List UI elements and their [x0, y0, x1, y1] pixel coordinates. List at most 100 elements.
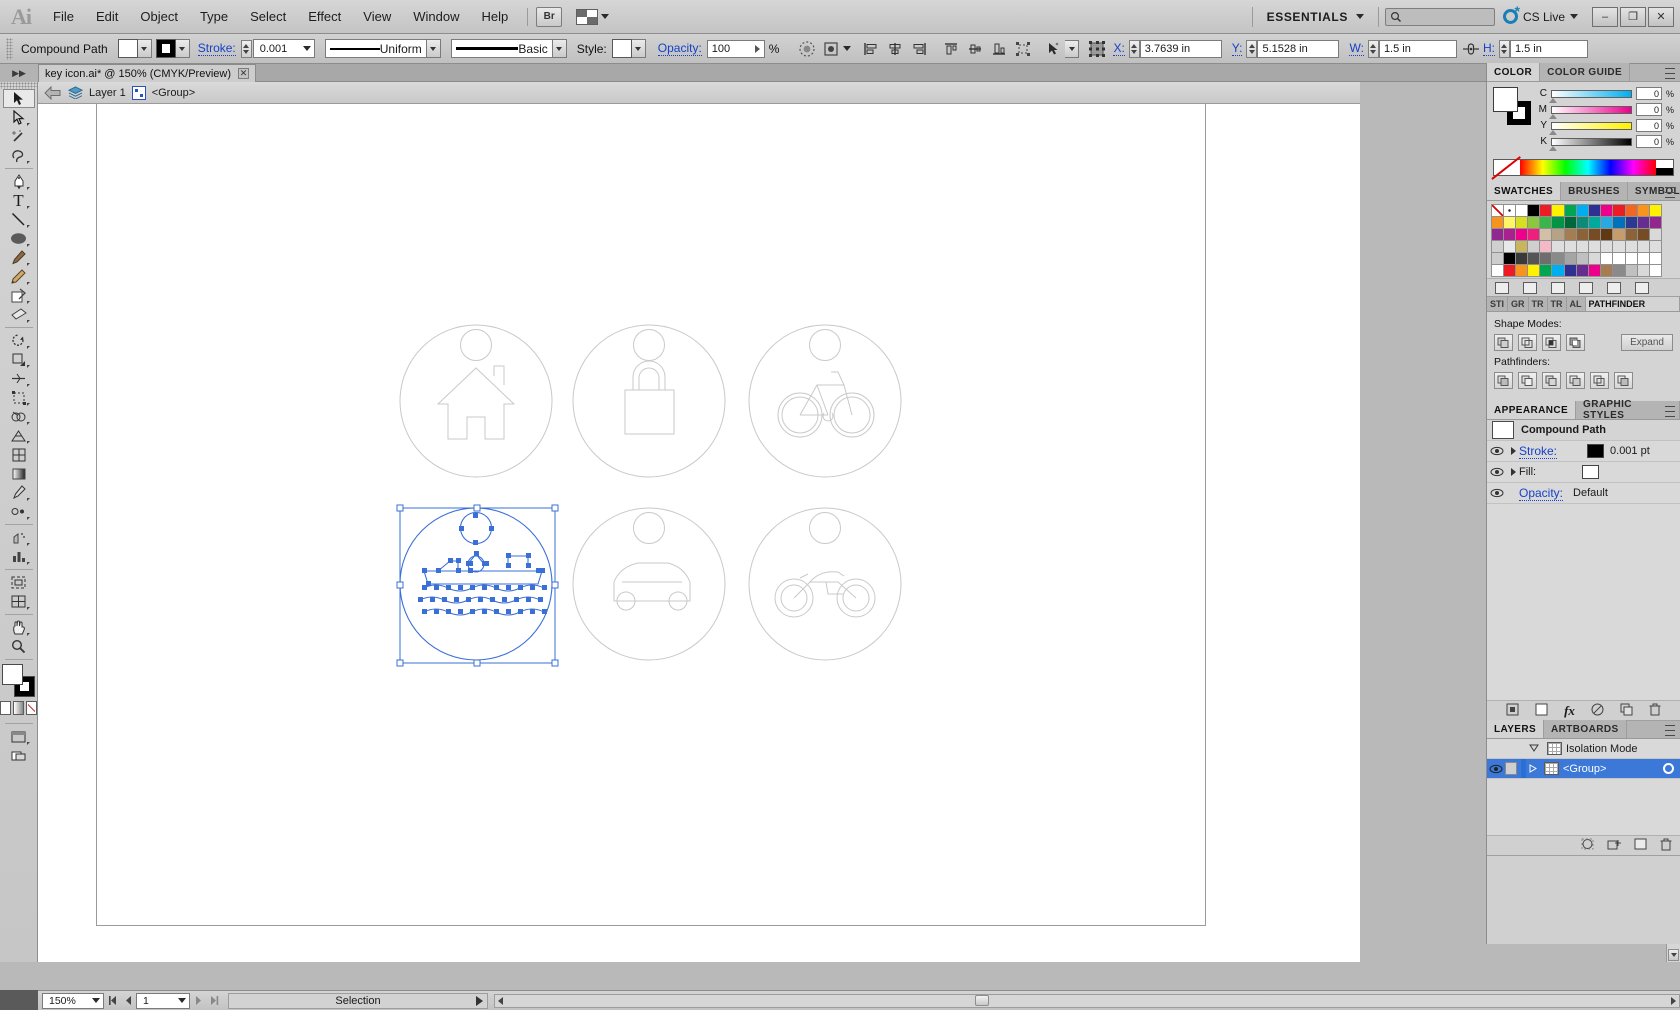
shape-builder-tool[interactable] [3, 407, 35, 426]
rotate-tool[interactable] [3, 331, 35, 350]
bridge-icon[interactable]: Br [536, 6, 563, 27]
lock-toggle[interactable] [1505, 762, 1521, 775]
expand-triangle-icon[interactable] [1507, 468, 1519, 476]
brush-definition-dropdown[interactable]: Basic [450, 39, 553, 58]
color-button[interactable] [0, 701, 11, 715]
selection-tool[interactable] [2, 89, 35, 108]
height-label[interactable]: H: [1482, 41, 1495, 56]
unite-button[interactable] [1494, 334, 1513, 351]
y-position-label[interactable]: Y: [1231, 41, 1243, 56]
recolor-artwork-icon[interactable] [821, 39, 841, 59]
cyan-slider[interactable] [1549, 89, 1632, 103]
layer-row-group[interactable]: <Group> [1487, 759, 1680, 779]
gradient-tool[interactable] [3, 464, 35, 483]
opacity-input[interactable]: 100 [706, 39, 765, 58]
cs-live-button[interactable]: CS Live [1495, 3, 1586, 24]
menu-effect[interactable]: Effect [297, 0, 352, 34]
none-swatch[interactable] [1494, 160, 1520, 175]
graphic-style-arrow[interactable] [631, 39, 646, 58]
visibility-eye-icon[interactable] [1487, 467, 1507, 477]
scroll-down-button[interactable] [1668, 949, 1679, 961]
panel-menu-icon[interactable] [1665, 187, 1677, 198]
w-stepper[interactable] [1367, 39, 1379, 58]
menu-select[interactable]: Select [239, 0, 297, 34]
appearance-object-row[interactable]: Compound Path [1487, 420, 1680, 441]
layer-row-isolation[interactable]: Isolation Mode [1487, 739, 1680, 759]
visibility-eye-icon[interactable] [1487, 446, 1507, 456]
breadcrumb-layer-label[interactable]: Layer 1 [89, 87, 126, 99]
tab-stroke[interactable]: STI [1487, 297, 1509, 311]
stroke-profile-dropdown[interactable]: Uniform [324, 39, 427, 58]
menu-view[interactable]: View [352, 0, 402, 34]
distribute-icon[interactable] [1013, 39, 1033, 59]
recolor-chevron-icon[interactable] [843, 46, 852, 51]
outline-button[interactable] [1590, 372, 1609, 389]
color-fill-stroke[interactable] [1493, 87, 1531, 125]
stroke-swatch[interactable] [155, 39, 176, 58]
color-fill-swatch[interactable] [1493, 87, 1518, 112]
tools-panel-grip[interactable] [0, 82, 37, 89]
yellow-slider[interactable] [1549, 121, 1632, 135]
screen-mode-button[interactable] [3, 727, 35, 746]
delete-item-icon[interactable] [1649, 703, 1661, 719]
panel-menu-icon[interactable] [1665, 725, 1677, 736]
x-stepper[interactable] [1128, 39, 1140, 58]
pencil-tool[interactable] [3, 267, 35, 286]
menu-edit[interactable]: Edit [85, 0, 129, 34]
tab-gradient[interactable]: GR [1508, 297, 1529, 311]
stroke-dropdown-arrow[interactable] [175, 39, 190, 58]
panel-menu-icon[interactable] [1665, 68, 1677, 79]
selected-boat-icon[interactable] [38, 104, 1360, 962]
brush-arrow[interactable] [552, 39, 567, 58]
line-segment-tool[interactable] [3, 210, 35, 229]
make-clipping-mask-icon[interactable] [1581, 838, 1594, 853]
appearance-fill-swatch[interactable] [1582, 465, 1600, 479]
breadcrumb-group-label[interactable]: <Group> [152, 87, 195, 99]
fill-color-control[interactable] [117, 39, 152, 58]
next-artboard-button[interactable] [190, 993, 206, 1009]
free-transform-tool[interactable] [3, 388, 35, 407]
magenta-input[interactable]: 0 [1636, 103, 1662, 116]
workspace-switcher[interactable]: ESSENTIALS [1259, 10, 1372, 24]
mesh-tool[interactable] [3, 445, 35, 464]
fill-swatch[interactable] [117, 39, 138, 58]
close-document-icon[interactable]: ✕ [238, 68, 250, 79]
scroll-left-arrow-icon[interactable] [498, 996, 503, 1005]
align-right-icon[interactable] [909, 39, 929, 59]
magic-wand-tool[interactable] [3, 127, 35, 146]
select-similar-arrow[interactable] [1065, 39, 1080, 58]
h-stepper[interactable] [1498, 39, 1510, 58]
black-slider[interactable] [1549, 137, 1632, 151]
type-tool[interactable]: T [3, 191, 35, 210]
previous-artboard-button[interactable] [120, 993, 136, 1009]
appearance-stroke-swatch[interactable] [1587, 444, 1605, 458]
merge-button[interactable] [1542, 372, 1561, 389]
stroke-profile-arrow[interactable] [426, 39, 441, 58]
slice-tool[interactable] [3, 592, 35, 611]
eyedropper-tool[interactable] [3, 483, 35, 502]
new-swatch-icon[interactable] [1607, 281, 1621, 294]
clear-appearance-icon[interactable] [1591, 703, 1604, 719]
width-tool[interactable] [3, 369, 35, 388]
tab-align[interactable]: AL [1566, 297, 1586, 311]
arrange-documents-button[interactable] [576, 8, 610, 25]
scale-tool[interactable] [3, 350, 35, 369]
tab-transform[interactable]: TR [1547, 297, 1567, 311]
show-swatch-kinds-icon[interactable] [1523, 281, 1537, 294]
last-artboard-button[interactable] [206, 993, 222, 1009]
pen-tool[interactable] [3, 172, 35, 191]
appearance-opacity-label[interactable]: Opacity: [1519, 486, 1564, 501]
zoom-tool[interactable] [3, 637, 35, 656]
panel-menu-icon[interactable] [1665, 406, 1677, 417]
create-new-layer-icon[interactable] [1634, 838, 1647, 853]
magenta-slider[interactable] [1549, 105, 1632, 119]
fill-stroke-indicator[interactable] [1, 664, 36, 698]
horizontal-scrollbar[interactable] [494, 993, 1680, 1008]
new-color-group-icon[interactable] [1579, 281, 1593, 294]
minus-back-button[interactable] [1614, 372, 1633, 389]
stroke-weight-stepper[interactable] [240, 39, 252, 58]
menu-object[interactable]: Object [129, 0, 189, 34]
minus-front-button[interactable] [1518, 334, 1537, 351]
add-new-effect-icon[interactable]: fx [1564, 703, 1575, 719]
transform-reference-icon[interactable] [1087, 39, 1107, 59]
